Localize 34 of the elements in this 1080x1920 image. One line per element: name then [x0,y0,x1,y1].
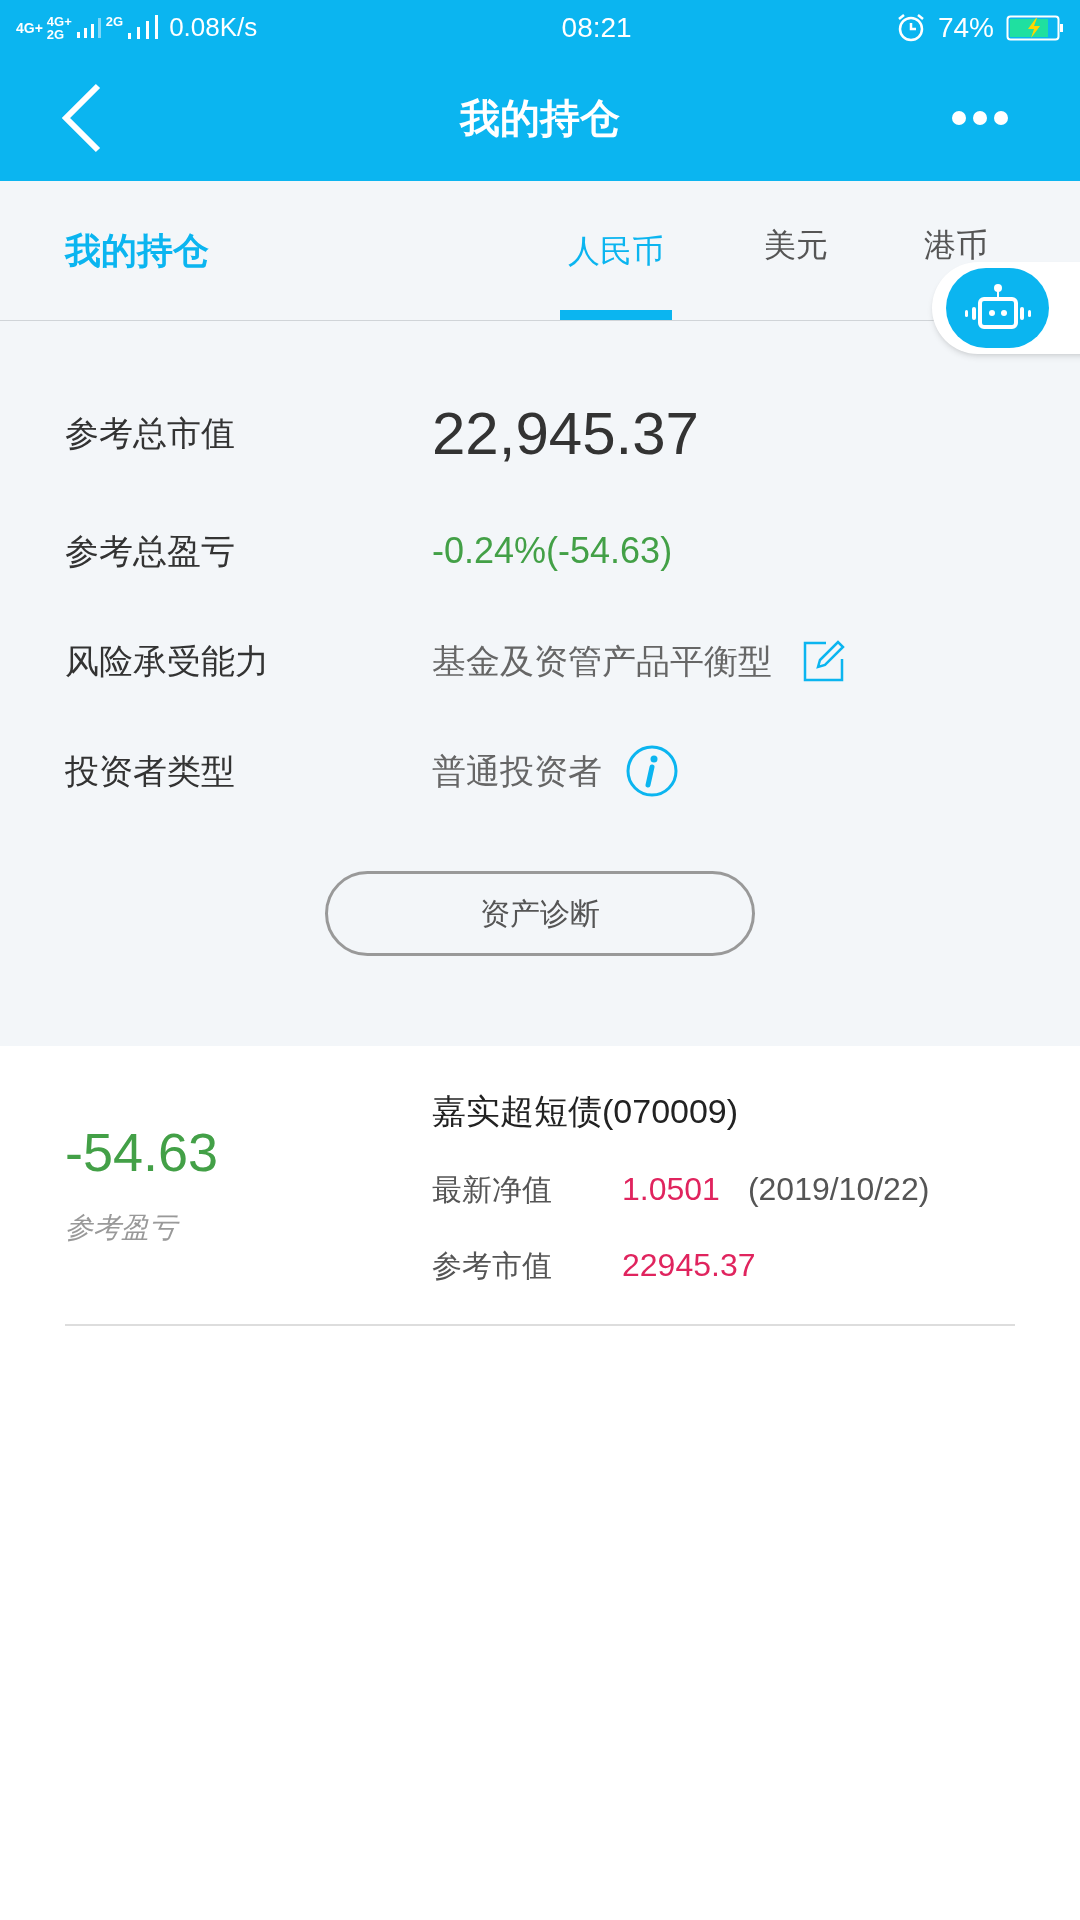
network-label: 4G+ [16,20,43,35]
edit-button[interactable] [802,639,846,683]
network-label: 4G+ [46,14,72,28]
field-label: 参考市值 [432,1247,553,1284]
nav-date: (2019/10/22) [747,1170,930,1209]
nav-value: 1.0501 [622,1170,720,1209]
field-label: 参考总市值 [65,413,236,454]
section-title: 我的持仓 [65,228,209,273]
network-speed: 0.08K/s [169,11,258,44]
signal-icon [75,15,102,40]
battery-percent: 74% [937,10,994,45]
currency-tab[interactable]: 港币 [916,228,996,262]
network-label: 2G [105,13,124,31]
clock: 08:21 [561,10,632,45]
field-value: 22,945.37 [432,398,699,469]
field-label: 最新净值 [432,1171,553,1208]
more-icon [951,110,1009,126]
market-value: 22945.37 [622,1246,756,1285]
field-label: 投资者类型 [65,750,236,792]
edit-icon [802,639,846,683]
field-value: 基金及资管产品平衡型 [432,640,772,682]
diagnose-button[interactable]: 资产诊断 [325,871,755,956]
field-value: -0.24%(-54.63) [432,529,673,573]
info-button[interactable] [626,745,678,797]
network-label: 2G [46,27,66,41]
field-label: 风险承受能力 [65,640,270,682]
currency-tab[interactable]: 美元 [756,228,836,262]
page-title: 我的持仓 [460,95,620,142]
field-label: 参考总盈亏 [65,530,236,572]
info-icon [626,745,678,797]
profit-value: -54.63 [65,1120,220,1184]
profit-label: 参考盈亏 [65,1206,432,1249]
fund-name: 嘉实超短债(070009) [432,1091,740,1132]
field-value: 普通投资者 [432,750,602,792]
